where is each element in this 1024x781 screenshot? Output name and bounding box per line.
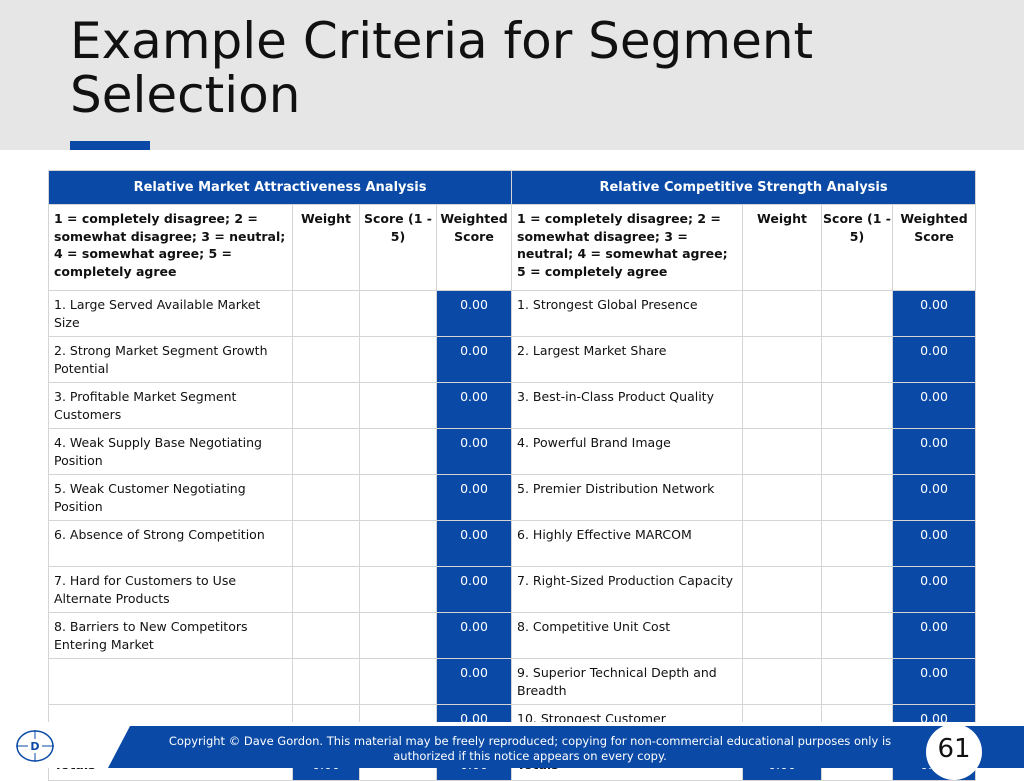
score-input-right[interactable] [821,428,894,475]
market-criterion: 6. Absence of Strong Competition [48,520,293,567]
weighted-score-right: 0.00 [892,382,977,429]
score-header-left: Score (1 - 5) [359,204,437,291]
weighted-score-header-left: Weighted Score [435,204,513,291]
strength-criterion: 5. Premier Distribution Network [511,474,744,521]
table-row: 2. Strong Market Segment Growth Potentia… [48,336,977,383]
weight-header-right: Weight [742,204,823,291]
score-input-right[interactable] [821,336,894,383]
strength-criterion: 9. Superior Technical Depth and Breadth [511,658,744,705]
weight-input-right[interactable] [742,658,823,705]
weight-input-left[interactable] [292,612,360,659]
weight-input-left[interactable] [292,658,360,705]
weight-input-right[interactable] [742,612,823,659]
score-input-left[interactable] [359,428,437,475]
market-criterion: 5. Weak Customer Negotiating Position [48,474,293,521]
strength-criterion: 1. Strongest Global Presence [511,290,744,337]
score-input-right[interactable] [821,290,894,337]
score-header-right: Score (1 - 5) [821,204,894,291]
table-row: 7. Hard for Customers to Use Alternate P… [48,566,977,613]
table-row: 8. Barriers to New Competitors Entering … [48,612,977,659]
score-input-left[interactable] [359,612,437,659]
table-row: 6. Absence of Strong Competition 0.00 6.… [48,520,977,567]
market-criterion [48,658,293,705]
score-input-left[interactable] [359,566,437,613]
weighted-score-left: 0.00 [435,612,513,659]
scale-legend-right: 1 = completely disagree; 2 = somewhat di… [511,204,744,291]
score-input-left[interactable] [359,658,437,705]
score-input-right[interactable] [821,520,894,567]
score-input-left[interactable] [359,382,437,429]
market-criterion: 2. Strong Market Segment Growth Potentia… [48,336,293,383]
scale-legend-left: 1 = completely disagree; 2 = somewhat di… [48,204,293,291]
weighted-score-right: 0.00 [892,474,977,521]
weight-input-left[interactable] [292,520,360,567]
weighted-score-left: 0.00 [435,382,513,429]
score-input-right[interactable] [821,566,894,613]
company-logo: D [16,730,54,762]
weight-input-right[interactable] [742,566,823,613]
weighted-score-right: 0.00 [892,290,977,337]
score-input-left[interactable] [359,474,437,521]
page-title: Example Criteria for Segment Selection [70,12,814,124]
market-criterion: 1. Large Served Available Market Size [48,290,293,337]
weighted-score-left: 0.00 [435,520,513,567]
weight-input-right[interactable] [742,290,823,337]
weight-input-right[interactable] [742,428,823,475]
weighted-score-right: 0.00 [892,658,977,705]
competitive-strength-header: Relative Competitive Strength Analysis [511,170,977,205]
strength-criterion: 8. Competitive Unit Cost [511,612,744,659]
weighted-score-right: 0.00 [892,566,977,613]
weight-header-left: Weight [292,204,360,291]
strength-criterion: 3. Best-in-Class Product Quality [511,382,744,429]
weighted-score-left: 0.00 [435,658,513,705]
table-row: 3. Profitable Market Segment Customers 0… [48,382,977,429]
copyright-notice: Copyright © Dave Gordon. This material m… [168,734,892,763]
weighted-score-right: 0.00 [892,520,977,567]
criteria-table: Relative Market Attractiveness Analysis … [47,170,977,781]
strength-criterion: 2. Largest Market Share [511,336,744,383]
score-input-right[interactable] [821,612,894,659]
weighted-score-right: 0.00 [892,612,977,659]
strength-criterion: 4. Powerful Brand Image [511,428,744,475]
weight-input-left[interactable] [292,382,360,429]
weighted-score-right: 0.00 [892,336,977,383]
weighted-score-left: 0.00 [435,474,513,521]
market-criterion: 3. Profitable Market Segment Customers [48,382,293,429]
logo-letter: D [30,740,39,753]
weight-input-left[interactable] [292,566,360,613]
market-criterion: 4. Weak Supply Base Negotiating Position [48,428,293,475]
weighted-score-right: 0.00 [892,428,977,475]
weight-input-left[interactable] [292,290,360,337]
page-number: 61 [926,724,982,780]
strength-criterion: 6. Highly Effective MARCOM [511,520,744,567]
weighted-score-left: 0.00 [435,428,513,475]
strength-criterion: 7. Right-Sized Production Capacity [511,566,744,613]
weight-input-right[interactable] [742,382,823,429]
score-input-right[interactable] [821,658,894,705]
weighted-score-header-right: Weighted Score [892,204,977,291]
weight-input-left[interactable] [292,428,360,475]
score-input-right[interactable] [821,474,894,521]
score-input-left[interactable] [359,290,437,337]
market-attractiveness-header: Relative Market Attractiveness Analysis [47,170,513,205]
score-input-right[interactable] [821,382,894,429]
table-row: 0.00 9. Superior Technical Depth and Bre… [48,658,977,705]
weighted-score-left: 0.00 [435,336,513,383]
weight-input-left[interactable] [292,474,360,521]
weight-input-right[interactable] [742,336,823,383]
market-criterion: 8. Barriers to New Competitors Entering … [48,612,293,659]
weight-input-right[interactable] [742,474,823,521]
score-input-left[interactable] [359,336,437,383]
weight-input-right[interactable] [742,520,823,567]
weighted-score-left: 0.00 [435,290,513,337]
weight-input-left[interactable] [292,336,360,383]
title-accent-bar [70,141,150,150]
score-input-left[interactable] [359,520,437,567]
table-row: 5. Weak Customer Negotiating Position 0.… [48,474,977,521]
table-row: 1. Large Served Available Market Size 0.… [48,290,977,337]
market-criterion: 7. Hard for Customers to Use Alternate P… [48,566,293,613]
weighted-score-left: 0.00 [435,566,513,613]
table-row: 4. Weak Supply Base Negotiating Position… [48,428,977,475]
